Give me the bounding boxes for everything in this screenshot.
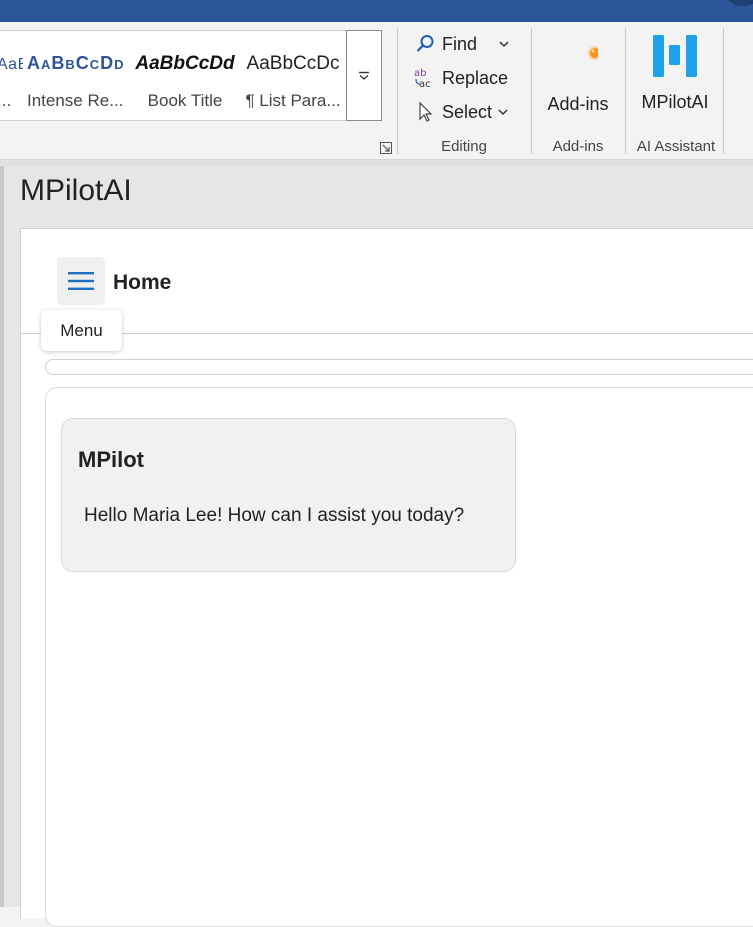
select-label: Select <box>442 101 493 122</box>
replace-icon: ab ac <box>414 67 436 89</box>
menu-button[interactable] <box>57 257 105 305</box>
pane-title: MPilotAI <box>20 174 132 207</box>
chat-message: MPilot Hello Maria Lee! How can I assist… <box>61 418 516 572</box>
style-name: Intense Re... <box>27 91 124 110</box>
chevron-down-icon <box>359 71 369 80</box>
add-ins-label: Add-ins <box>547 94 609 114</box>
style-sample: AaBbCcDd <box>27 53 125 73</box>
add-ins-icon <box>588 46 598 60</box>
ribbon-divider <box>397 28 398 154</box>
ribbon-divider <box>531 28 532 154</box>
task-pane: MPilotAI Home Menu MPilot Hello Maria Le… <box>4 166 753 927</box>
add-ins-button[interactable]: Add-ins <box>540 30 616 130</box>
add-ins-group-label: Add-ins <box>552 138 604 155</box>
message-sender: MPilot <box>78 447 144 472</box>
home-label: Home <box>113 271 172 294</box>
progress-bar <box>45 359 753 375</box>
style-name: ¶ List Para... <box>245 91 341 110</box>
account-avatar[interactable] <box>727 0 753 6</box>
ribbon-divider <box>625 28 626 154</box>
hamburger-icon <box>68 272 94 290</box>
cursor-icon <box>414 101 436 123</box>
styles-gallery: AaBbCcDd ... AaBbCcDd Intense Re... AaBb… <box>0 30 348 121</box>
style-sample: AaBbCcDc <box>246 53 340 74</box>
title-bar <box>0 0 753 22</box>
header-divider <box>21 333 753 334</box>
select-button[interactable]: Select <box>414 98 508 126</box>
message-text: Hello Maria Lee! How can I assist you to… <box>84 505 465 526</box>
style-item-list-paragraph[interactable]: AaBbCcDc ¶ List Para... <box>243 31 343 120</box>
find-button[interactable]: Find <box>414 30 509 58</box>
pane-body: Home Menu MPilot Hello Maria Lee! How ca… <box>20 228 753 927</box>
chat-area: MPilot Hello Maria Lee! How can I assist… <box>45 387 753 927</box>
ai-assistant-group-label: AI Assistant <box>636 138 716 155</box>
svg-text:ab: ab <box>414 68 426 79</box>
ribbon-divider <box>723 28 724 154</box>
replace-button[interactable]: ab ac Replace <box>414 64 508 92</box>
svg-text:ac: ac <box>419 79 431 89</box>
mpilotai-logo-icon <box>653 35 697 77</box>
ribbon: AaBbCcDd ... AaBbCcDd Intense Re... AaBb… <box>0 22 753 160</box>
style-name: ... <box>0 91 12 110</box>
chevron-down-icon <box>499 41 509 48</box>
editing-group-label: Editing <box>441 138 487 155</box>
find-label: Find <box>442 33 478 54</box>
styles-dialog-launcher-icon[interactable] <box>380 142 392 154</box>
mpilotai-button[interactable]: MPilotAI <box>633 30 717 130</box>
menu-tooltip: Menu <box>41 310 122 351</box>
style-sample: AaBbCcDd <box>135 53 235 74</box>
mpilotai-label: MPilotAI <box>641 92 709 112</box>
style-item-book-title[interactable]: AaBbCcDd Book Title <box>135 31 235 120</box>
search-icon <box>414 33 436 55</box>
style-item-truncated[interactable]: AaBbCcDd ... <box>0 31 23 120</box>
chevron-down-icon <box>498 109 508 116</box>
styles-more-button[interactable] <box>346 30 382 121</box>
style-sample: AaBbCcDd <box>0 56 23 73</box>
replace-label: Replace <box>442 67 509 88</box>
style-name: Book Title <box>147 91 223 110</box>
style-item-intense-reference[interactable]: AaBbCcDd Intense Re... <box>27 31 127 120</box>
